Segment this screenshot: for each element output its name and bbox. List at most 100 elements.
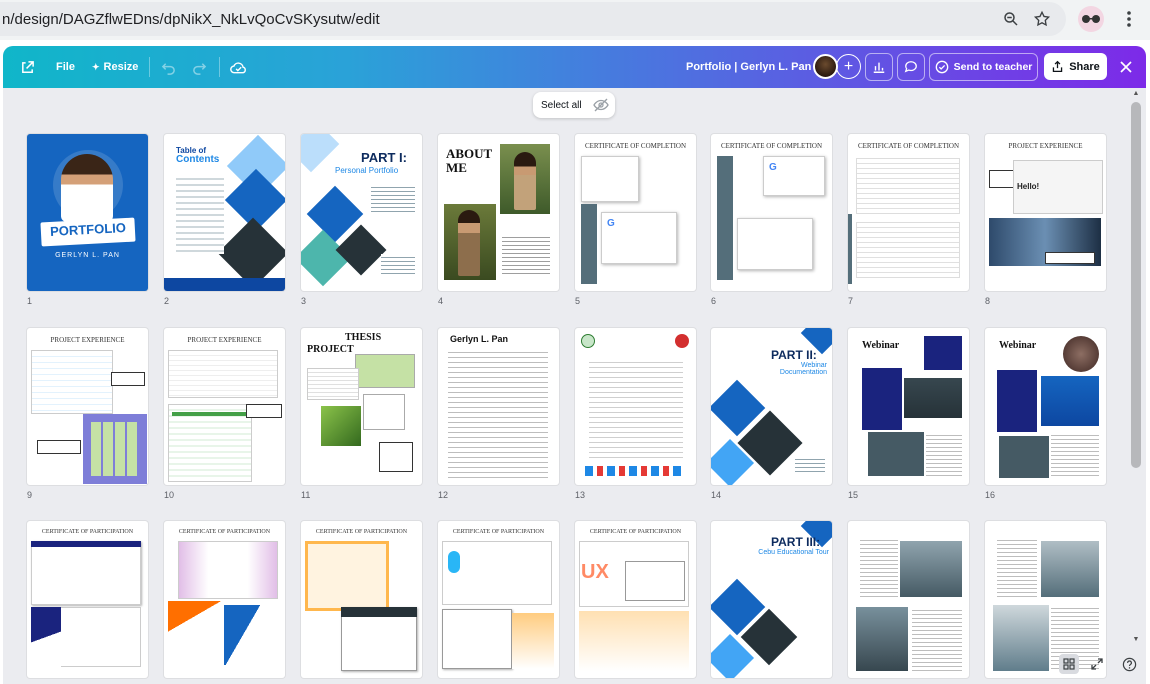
page-thumbnail-9[interactable]: PROJECT EXPERIENCE bbox=[27, 328, 148, 485]
address-bar[interactable]: n/design/DAGZflwEDns/dpNikX_NkLvQoCvSKys… bbox=[0, 2, 1066, 36]
check-circle-icon bbox=[935, 60, 948, 74]
page-thumbnail-16[interactable]: Webinar bbox=[985, 328, 1106, 485]
send-to-teacher-label: Send to teacher bbox=[953, 61, 1033, 73]
profile-icon[interactable] bbox=[1078, 6, 1104, 32]
page-number: 11 bbox=[301, 490, 311, 500]
hidden-eye-icon[interactable] bbox=[593, 97, 609, 113]
page-thumbnail-2[interactable]: Table of Contents bbox=[164, 134, 285, 291]
page-thumbnail-20[interactable]: CERTIFICATE OF PARTICIPATION bbox=[438, 521, 559, 678]
page-thumbnail-12[interactable]: Gerlyn L. Pan bbox=[438, 328, 559, 485]
share-button[interactable]: Share bbox=[1044, 53, 1107, 80]
thumb-title: CERTIFICATE OF PARTICIPATION bbox=[452, 529, 545, 535]
bar-chart-icon bbox=[873, 62, 885, 73]
thumb-subtitle: Contents bbox=[176, 154, 220, 165]
browser-toolbar: n/design/DAGZflwEDns/dpNikX_NkLvQoCvSKys… bbox=[0, 0, 1150, 40]
page-thumbnail-1[interactable]: PORTFOLIO GERLYN L. PAN bbox=[27, 134, 148, 291]
select-all-button[interactable]: Select all bbox=[533, 92, 615, 118]
page-thumbnail-7[interactable]: CERTIFICATE OF COMPLETION bbox=[848, 134, 969, 291]
cloud-save-icon[interactable] bbox=[228, 57, 248, 77]
editor-header: File ✦ Resize Portfolio | Gerlyn L. Pan … bbox=[3, 46, 1146, 88]
thumb-title: CERTIFICATE OF COMPLETION bbox=[857, 142, 960, 150]
bookmark-star-icon[interactable] bbox=[1031, 8, 1053, 30]
share-label: Share bbox=[1069, 60, 1100, 73]
thumb-title: Webinar bbox=[862, 340, 900, 351]
page-thumbnail-13[interactable] bbox=[575, 328, 696, 485]
page-thumbnail-19[interactable]: CERTIFICATE OF PARTICIPATION bbox=[301, 521, 422, 678]
page-thumbnail-18[interactable]: CERTIFICATE OF PARTICIPATION bbox=[164, 521, 285, 678]
thumb-subtitle: Hello! bbox=[1017, 182, 1040, 191]
select-all-label: Select all bbox=[541, 99, 582, 111]
more-menu-icon[interactable] bbox=[1118, 8, 1140, 30]
page-number: 12 bbox=[438, 490, 449, 500]
thumb-subtitle: ME bbox=[446, 160, 467, 175]
page-grid: Select all PORTFOLIO GERLYN L. PAN 1 Tab… bbox=[3, 88, 1146, 684]
scroll-down-arrow[interactable]: ▼ bbox=[1131, 636, 1141, 646]
editor-app: File ✦ Resize Portfolio | Gerlyn L. Pan … bbox=[3, 46, 1146, 684]
page-number: 13 bbox=[575, 490, 586, 500]
thumb-title: CERTIFICATE OF COMPLETION bbox=[720, 142, 823, 150]
resize-button[interactable]: ✦ Resize bbox=[92, 46, 138, 88]
page-number: 1 bbox=[27, 296, 33, 306]
thumb-title: CERTIFICATE OF PARTICIPATION bbox=[41, 529, 134, 535]
page-number: 8 bbox=[985, 296, 991, 306]
scroll-up-arrow[interactable]: ▲ bbox=[1131, 90, 1141, 100]
page-number: 10 bbox=[164, 490, 175, 500]
resize-icon: ✦ bbox=[92, 61, 100, 72]
url-text: n/design/DAGZflwEDns/dpNikX_NkLvQoCvSKys… bbox=[2, 10, 380, 28]
fullscreen-icon[interactable] bbox=[1087, 654, 1107, 674]
page-number: 9 bbox=[27, 490, 33, 500]
upload-icon bbox=[1052, 60, 1063, 73]
comment-icon bbox=[904, 61, 917, 73]
page-thumbnail-5[interactable]: CERTIFICATE OF COMPLETION G bbox=[575, 134, 696, 291]
page-number: 5 bbox=[575, 296, 581, 306]
scrollbar-thumb[interactable] bbox=[1131, 102, 1141, 468]
page-thumbnail-6[interactable]: CERTIFICATE OF COMPLETION G bbox=[711, 134, 832, 291]
page-number: 14 bbox=[711, 490, 722, 500]
page-number: 4 bbox=[438, 296, 444, 306]
thumb-subtitle: PROJECT bbox=[307, 344, 354, 355]
add-collaborator-button[interactable]: + bbox=[836, 54, 861, 79]
page-thumbnail-17[interactable]: CERTIFICATE OF PARTICIPATION bbox=[27, 521, 148, 678]
undo-icon[interactable] bbox=[158, 57, 178, 77]
send-to-teacher-button[interactable]: Send to teacher bbox=[929, 53, 1038, 81]
zoom-icon[interactable] bbox=[1000, 8, 1022, 30]
redo-icon[interactable] bbox=[189, 57, 209, 77]
page-thumbnail-21[interactable]: CERTIFICATE OF PARTICIPATION UX bbox=[575, 521, 696, 678]
thumb-subtitle: Cebu Educational Tour bbox=[758, 549, 829, 556]
grid-view-icon[interactable] bbox=[1059, 654, 1079, 674]
thumb-title: PROJECT EXPERIENCE bbox=[1008, 142, 1083, 150]
page-number: 16 bbox=[985, 490, 996, 500]
page-thumbnail-11[interactable]: THESIS PROJECT bbox=[301, 328, 422, 485]
resize-label: Resize bbox=[103, 61, 139, 73]
insights-button[interactable] bbox=[865, 53, 893, 81]
page-number: 15 bbox=[848, 490, 859, 500]
file-button[interactable]: File bbox=[56, 46, 75, 88]
page-number: 2 bbox=[164, 296, 170, 306]
page-thumbnail-4[interactable]: ABOUT ME bbox=[438, 134, 559, 291]
thumb-title: CERTIFICATE OF PARTICIPATION bbox=[178, 529, 271, 535]
thumb-title: CERTIFICATE OF COMPLETION bbox=[584, 142, 687, 150]
page-thumbnail-15[interactable]: Webinar bbox=[848, 328, 969, 485]
header-divider bbox=[149, 57, 150, 77]
thumb-subtitle: Webinar Documentation bbox=[779, 362, 827, 376]
page-thumbnail-3[interactable]: PART I: Personal Portfolio bbox=[301, 134, 422, 291]
page-thumbnail-14[interactable]: PART II: Webinar Documentation bbox=[711, 328, 832, 485]
comments-button[interactable] bbox=[897, 53, 925, 81]
page-thumbnail-8[interactable]: PROJECT EXPERIENCE Hello! bbox=[985, 134, 1106, 291]
thumb-title: THESIS bbox=[345, 332, 382, 343]
thumb-title: PART I: bbox=[361, 150, 407, 165]
page-number: 7 bbox=[848, 296, 854, 306]
page-thumbnail-23[interactable] bbox=[848, 521, 969, 678]
external-link-icon[interactable] bbox=[17, 57, 37, 77]
help-icon[interactable] bbox=[1119, 654, 1139, 674]
page-thumbnail-10[interactable]: PROJECT EXPERIENCE bbox=[164, 328, 285, 485]
close-icon[interactable] bbox=[1116, 57, 1136, 77]
user-avatar[interactable] bbox=[813, 54, 838, 79]
thumb-title: PART III: bbox=[771, 535, 821, 549]
design-title[interactable]: Portfolio | Gerlyn L. Pan bbox=[686, 46, 811, 88]
page-thumbnail-22[interactable]: PART III: Cebu Educational Tour bbox=[711, 521, 832, 678]
thumb-title: Gerlyn L. Pan bbox=[450, 334, 509, 344]
thumb-title: CERTIFICATE OF PARTICIPATION bbox=[315, 529, 408, 535]
thumb-title: CERTIFICATE OF PARTICIPATION bbox=[589, 529, 682, 535]
thumb-title: Webinar bbox=[999, 340, 1037, 351]
